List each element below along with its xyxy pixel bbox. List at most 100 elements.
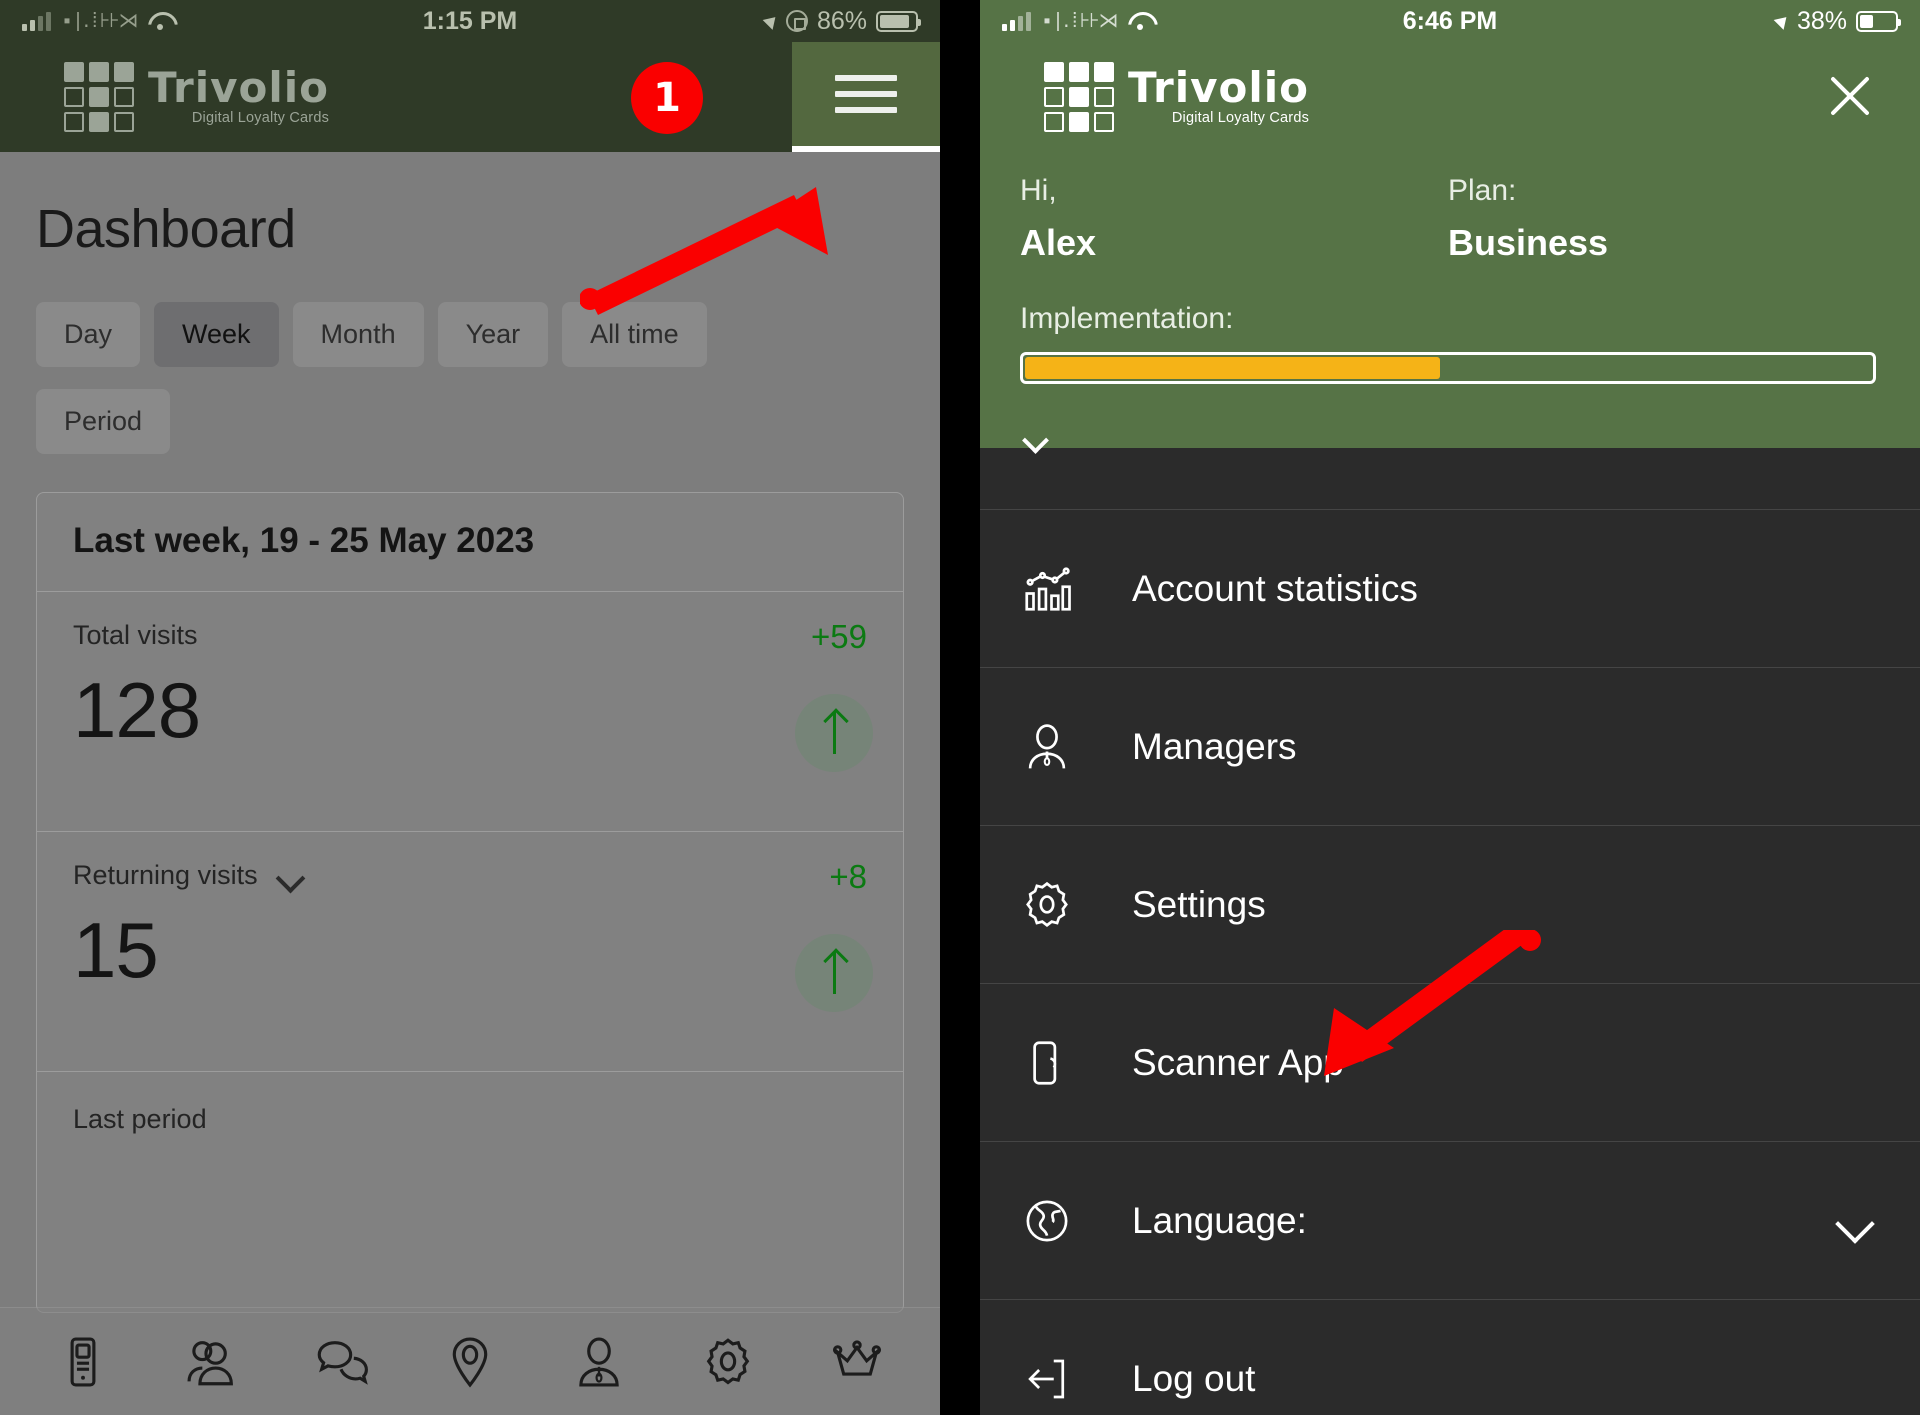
- menu-item-account-statistics[interactable]: Account statistics: [980, 510, 1920, 668]
- status-bar-left-group: ▪|․⁞⊦⊦⋊: [22, 8, 172, 34]
- stat-label: Returning visits: [73, 860, 258, 890]
- plan-label: Plan:: [1448, 174, 1517, 207]
- chip-year[interactable]: Year: [437, 302, 549, 367]
- location-arrow-icon: [1773, 12, 1792, 30]
- implementation-progress-bar: [1020, 352, 1876, 384]
- period-button[interactable]: Period: [36, 389, 171, 454]
- stat-value: 128: [73, 666, 201, 754]
- stat-label: Last period: [73, 1104, 207, 1134]
- status-bar-left-group: ▪|․⁞⊦⊦⋊: [1002, 8, 1152, 34]
- implementation-label: Implementation:: [1020, 302, 1234, 335]
- logo-tagline: Digital Loyalty Cards: [1171, 109, 1310, 126]
- signal-bars-icon: [1002, 11, 1031, 31]
- hamburger-line: [835, 107, 897, 113]
- logo-tagline: Digital Loyalty Cards: [191, 109, 330, 126]
- logo-grid-icon: [64, 62, 134, 132]
- greeting-label: Hi,: [1020, 174, 1057, 207]
- menu-item-log-out[interactable]: Log out: [980, 1300, 1920, 1415]
- dashboard-content: Dashboard Day Week Month Year All time P…: [0, 198, 940, 1313]
- trivolio-logo: Trivolio Digital Loyalty Cards: [1044, 62, 1309, 132]
- bottom-tab-bar: [0, 1307, 940, 1415]
- logo-grid-icon: [1044, 62, 1114, 132]
- arrow-up-icon: [824, 712, 844, 754]
- stat-label-wrap: Returning visits: [73, 860, 867, 891]
- user-name: Alex: [1020, 222, 1097, 263]
- stat-label-wrap: Last period: [73, 1100, 867, 1135]
- profile-columns: Hi, Alex Plan: Business: [1020, 174, 1876, 264]
- battery-percent-label: 38%: [1796, 6, 1847, 35]
- left-app-bar: Trivolio Digital Loyalty Cards: [0, 42, 940, 152]
- loyalty-card-icon[interactable]: [54, 1333, 112, 1391]
- logo-wordmark: Trivolio: [1128, 63, 1310, 113]
- crown-icon[interactable]: [828, 1333, 886, 1391]
- stat-row-returning-visits[interactable]: Returning visits 15 +8: [37, 832, 903, 1072]
- trivolio-logo: Trivolio Digital Loyalty Cards: [64, 62, 329, 132]
- wifi-icon: [1128, 12, 1152, 30]
- stat-delta: +8: [829, 858, 867, 895]
- right-status-bar: ▪|․⁞⊦⊦⋊ 6:46 PM 38%: [980, 0, 1920, 42]
- user-profile-icon[interactable]: [570, 1333, 628, 1391]
- stat-value: 15: [73, 906, 159, 994]
- logo-text: Trivolio Digital Loyalty Cards: [1128, 63, 1310, 126]
- page-title: Dashboard: [36, 199, 296, 259]
- right-app-bar: Trivolio Digital Loyalty Cards: [980, 42, 1920, 152]
- menu-item-scanner-app[interactable]: Scanner App: [980, 984, 1920, 1142]
- signal-bars-icon: [22, 11, 51, 31]
- arrow-up-icon: [824, 952, 844, 994]
- phone-divider: [940, 0, 980, 1415]
- gear-icon: [1020, 878, 1074, 932]
- stat-row-total-visits: Total visits 128 +59: [37, 592, 903, 832]
- chip-all-time[interactable]: All time: [562, 302, 707, 367]
- clients-group-icon[interactable]: [183, 1333, 241, 1391]
- menu-item-label: Log out: [1132, 1357, 1256, 1399]
- chevron-down-icon[interactable]: [1838, 1210, 1876, 1232]
- trend-up-badge: [795, 694, 873, 772]
- battery-icon: [876, 10, 921, 32]
- wifi-icon: [148, 12, 172, 30]
- stat-delta: +59: [811, 618, 867, 655]
- period-filter-chips: Day Week Month Year All time: [36, 302, 904, 367]
- chip-day[interactable]: Day: [36, 302, 141, 367]
- stats-card: Last week, 19 - 25 May 2023 Total visits…: [36, 492, 904, 1313]
- menu-item-managers[interactable]: Managers: [980, 668, 1920, 826]
- chip-week[interactable]: Week: [154, 302, 279, 367]
- left-phone-dashboard-screen: ▪|․⁞⊦⊦⋊ 1:15 PM 86% Trivolio Digital Loy…: [0, 0, 940, 1415]
- implementation-progress-fill: [1025, 357, 1440, 379]
- carrier-waveform-icon: ▪|․⁞⊦⊦⋊: [1041, 11, 1119, 34]
- battery-icon: [1856, 10, 1901, 32]
- logo-text: Trivolio Digital Loyalty Cards: [148, 63, 330, 126]
- stat-row-last-period: Last period: [37, 1072, 903, 1312]
- battery-percent-label: 86%: [816, 6, 867, 35]
- bar-chart-statistics-icon: [1020, 562, 1074, 616]
- right-phone-menu-screen: ▪|․⁞⊦⊦⋊ 6:46 PM 38% Trivolio Digital Loy…: [980, 0, 1920, 1415]
- collapse-chevron-down-icon[interactable]: [1024, 431, 1050, 445]
- hamburger-line: [835, 75, 897, 81]
- menu-item-settings[interactable]: Settings: [980, 826, 1920, 984]
- chevron-down-icon[interactable]: [278, 868, 306, 884]
- menu-item-language[interactable]: Language:: [980, 1142, 1920, 1300]
- menu-item-label: Managers: [1132, 725, 1297, 767]
- menu-item-label: Account statistics: [1132, 567, 1418, 609]
- chat-bubbles-icon[interactable]: [312, 1333, 370, 1391]
- chip-month[interactable]: Month: [292, 302, 424, 367]
- menu-header-green: ▪|․⁞⊦⊦⋊ 6:46 PM 38% Trivolio Digital Loy…: [980, 0, 1920, 448]
- status-bar-right-group: 86%: [762, 6, 921, 36]
- location-arrow-icon: [762, 12, 781, 30]
- logo-wordmark: Trivolio: [148, 63, 330, 113]
- close-icon[interactable]: [1824, 70, 1876, 122]
- location-pin-icon[interactable]: [441, 1333, 499, 1391]
- stat-label-wrap: Total visits: [73, 620, 867, 651]
- phone-scanner-icon: [1020, 1036, 1074, 1090]
- profile-summary: Hi, Alex Plan: Business Implementation:: [980, 152, 1920, 384]
- menu-item-label: Language:: [1132, 1199, 1307, 1241]
- gear-icon[interactable]: [699, 1333, 757, 1391]
- menu-item-label: Scanner App: [1132, 1041, 1344, 1083]
- globe-icon: [1020, 1194, 1074, 1248]
- left-status-bar: ▪|․⁞⊦⊦⋊ 1:15 PM 86%: [0, 0, 940, 42]
- plan-value: Business: [1448, 222, 1609, 263]
- dual-phone-screenshot: ▪|․⁞⊦⊦⋊ 1:15 PM 86% Trivolio Digital Loy…: [0, 0, 1920, 1415]
- status-bar-right-group: 38%: [1773, 6, 1901, 36]
- hamburger-menu-button[interactable]: [792, 42, 940, 152]
- carrier-waveform-icon: ▪|․⁞⊦⊦⋊: [61, 11, 139, 34]
- menu-item-label: Settings: [1132, 883, 1266, 925]
